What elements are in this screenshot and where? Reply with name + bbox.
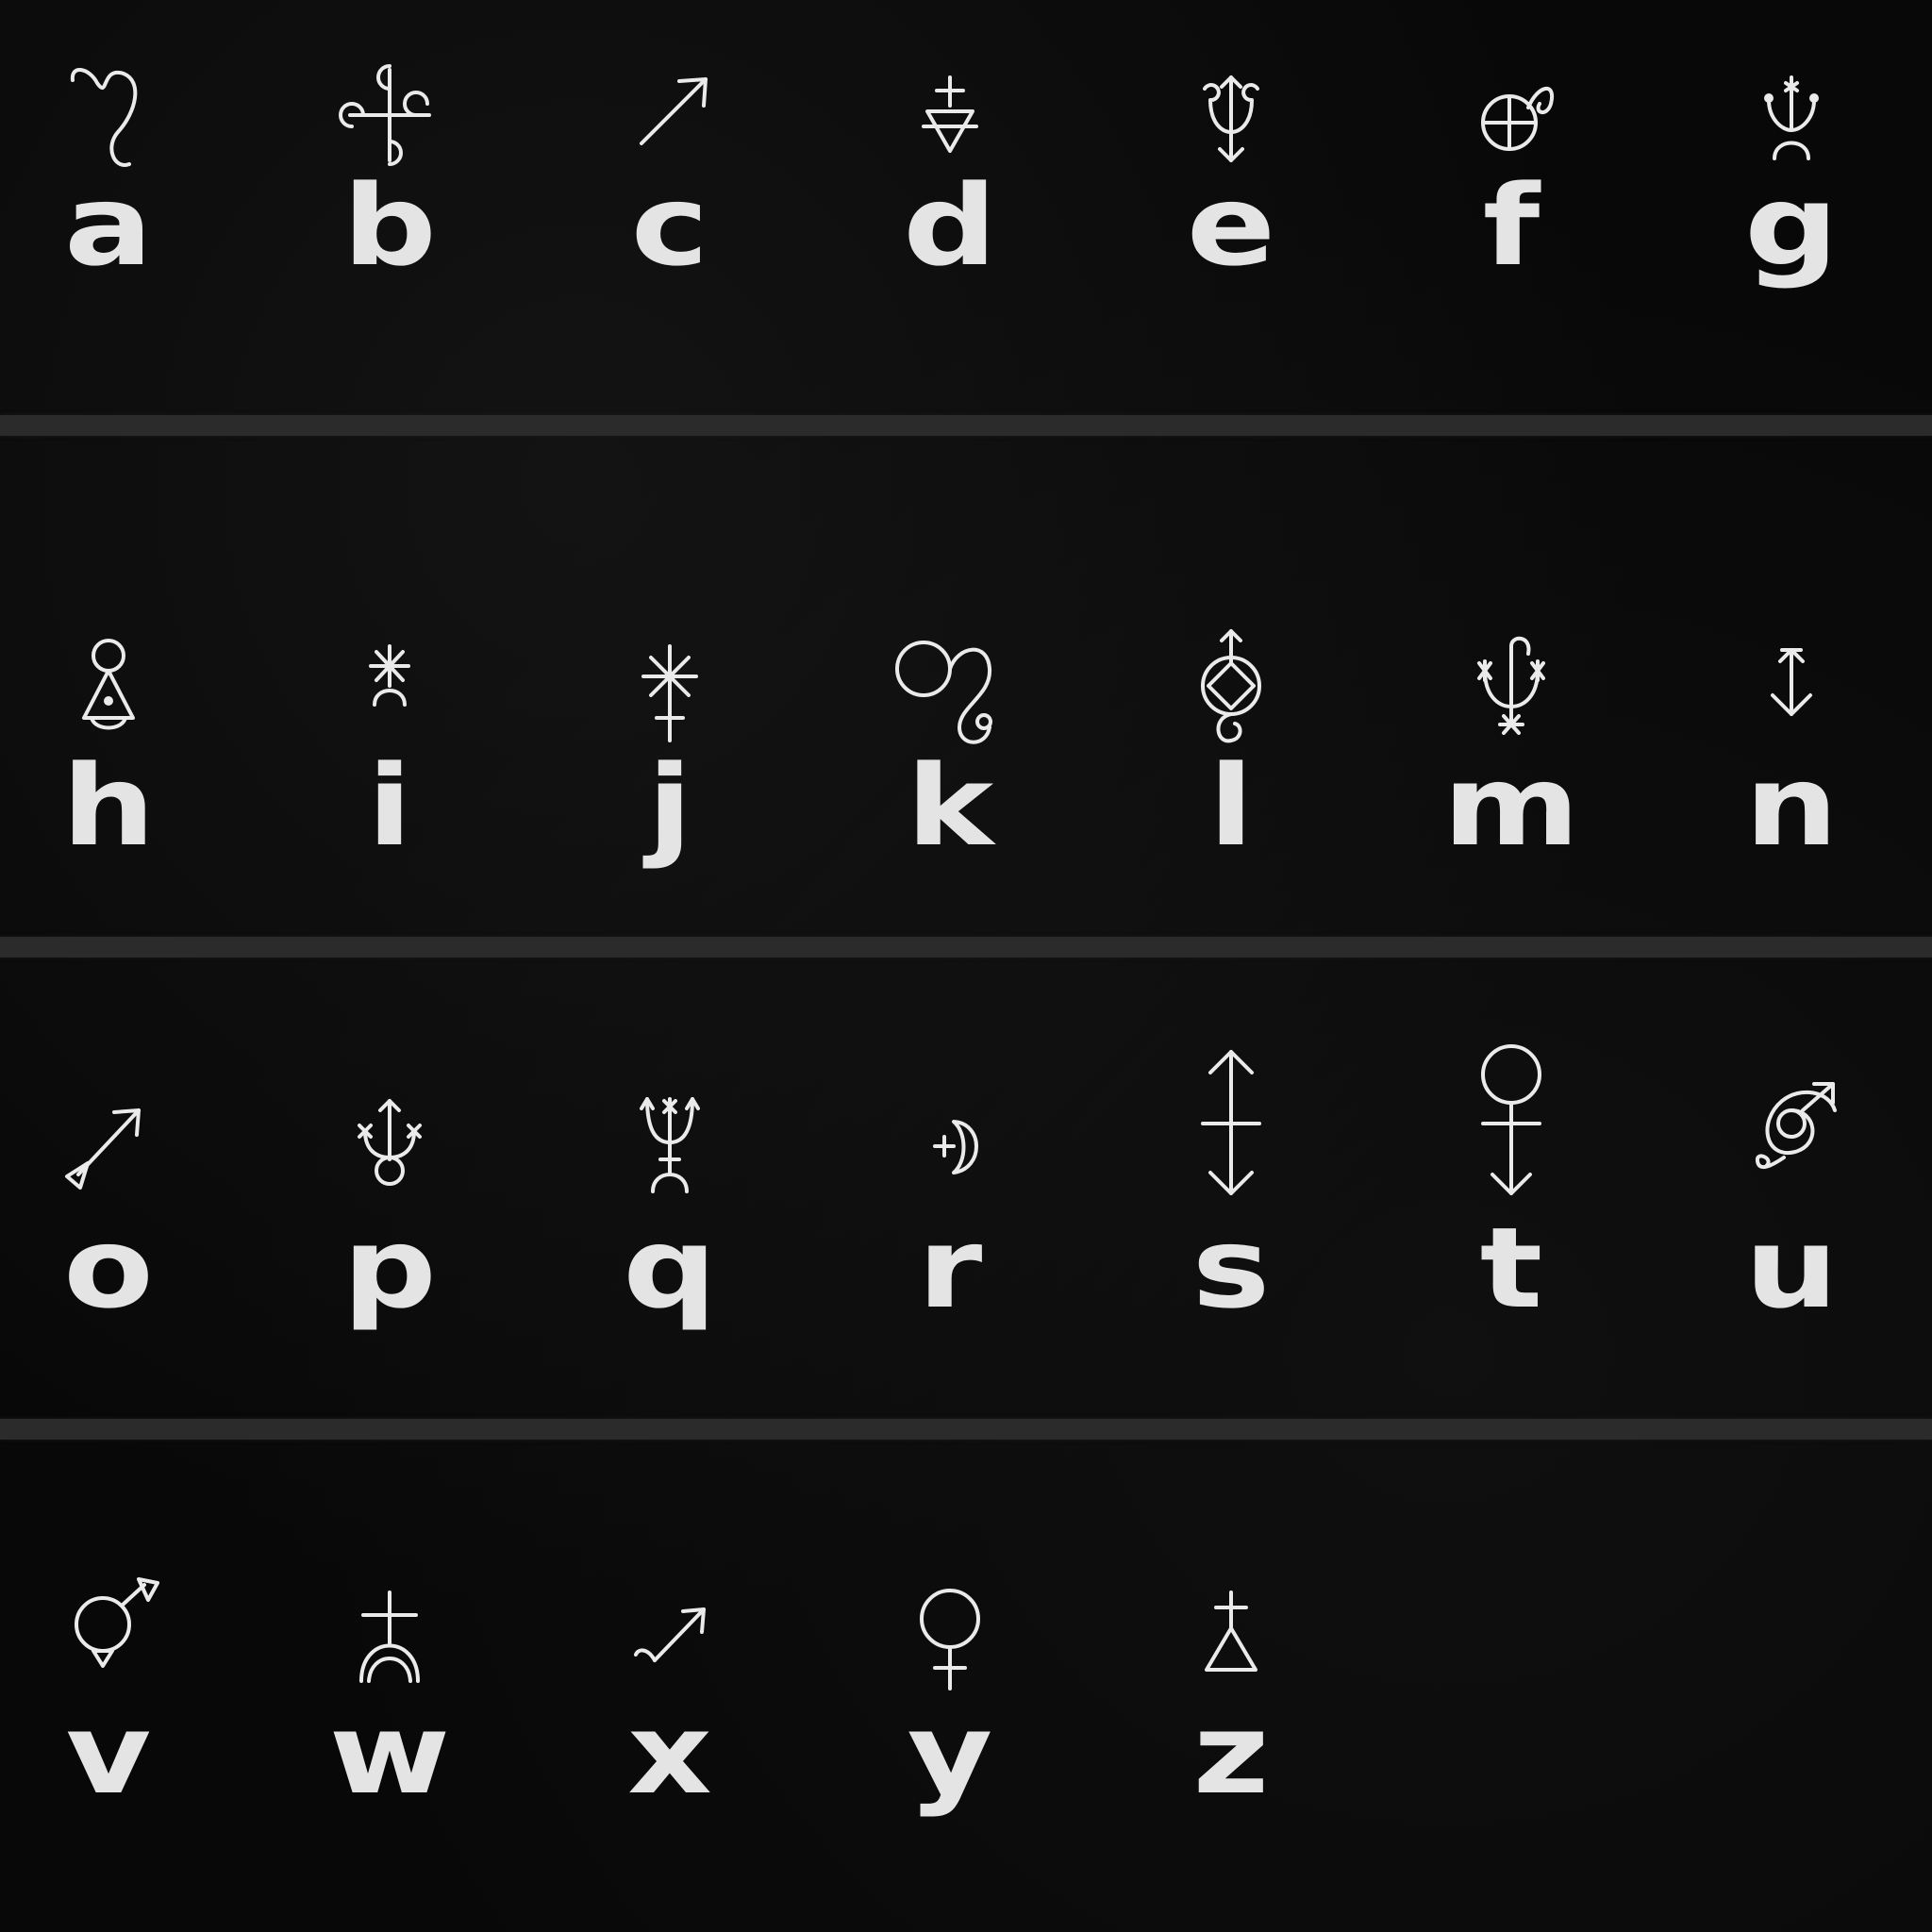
quatrefoil-cross-icon <box>295 28 484 179</box>
venus-icon <box>856 1557 1044 1707</box>
symbol-alphabet-sheet: a b c d e f g h i j k l m n o p q r s t u v w x y z <box>0 0 1932 1932</box>
symbol-cell-f: f <box>1417 28 1606 311</box>
symbol-cell-w: w <box>295 1557 484 1840</box>
letter-label-h: h <box>61 741 156 871</box>
letter-label-a: a <box>64 160 153 291</box>
symbol-cell-r: r <box>856 1071 1044 1354</box>
letter-label-p: p <box>342 1203 437 1333</box>
letter-label-e: e <box>1186 160 1276 291</box>
double-arrow-icon <box>1697 608 1886 759</box>
symbol-cell-i: i <box>295 608 484 891</box>
arrow-circle-crosses-icon <box>295 1071 484 1222</box>
circle-arrow-triangle-icon <box>14 1557 203 1707</box>
leo-curl-icon <box>14 28 203 179</box>
symbol-cell-p: p <box>295 1071 484 1354</box>
letter-label-b: b <box>342 160 437 291</box>
symbol-cell-y: y <box>856 1557 1044 1840</box>
symbol-cell-m: m <box>1417 608 1606 891</box>
symbol-cell-b: b <box>295 28 484 311</box>
cross-triangle-icon <box>1137 1557 1325 1707</box>
row-divider <box>0 415 1932 436</box>
symbol-cell-z: z <box>1137 1557 1325 1840</box>
symbol-cell-o: o <box>14 1071 203 1354</box>
spiral-arrow-icon <box>1697 1071 1886 1222</box>
row-divider <box>0 937 1932 958</box>
symbol-cell-j: j <box>575 608 764 891</box>
triangle-cross-icon <box>856 28 1044 179</box>
symbol-cell-n: n <box>1697 608 1886 891</box>
letter-label-m: m <box>1442 741 1580 871</box>
letter-label-z: z <box>1192 1689 1270 1819</box>
circle-cross-arrow-icon <box>1417 1044 1606 1222</box>
symbol-cell-l: l <box>1137 608 1325 891</box>
letter-label-l: l <box>1208 741 1254 871</box>
star-trident-crescent-icon <box>1697 28 1886 179</box>
circled-cross-hook-icon <box>1417 28 1606 179</box>
letter-label-f: f <box>1482 160 1541 291</box>
trident-crescent-icon <box>575 1071 764 1222</box>
symbol-cell-u: u <box>1697 1071 1886 1354</box>
letter-label-o: o <box>63 1203 154 1333</box>
symbol-cell-v: v <box>14 1557 203 1840</box>
letter-label-t: t <box>1479 1203 1543 1333</box>
circle-triangle-dot-icon <box>14 608 203 759</box>
letter-label-s: s <box>1191 1203 1271 1333</box>
letter-label-v: v <box>65 1689 152 1819</box>
symbol-cell-d: d <box>856 28 1044 311</box>
arrow-triangle-icon <box>14 1071 203 1222</box>
symbol-cell-x: x <box>575 1557 764 1840</box>
letter-label-g: g <box>1744 160 1839 291</box>
symbol-cell-c: c <box>575 28 764 311</box>
letter-label-k: k <box>906 741 994 871</box>
row-divider <box>0 1419 1932 1440</box>
long-double-arrow-cross-icon <box>1137 1050 1325 1222</box>
letter-label-r: r <box>917 1203 983 1333</box>
cross-crescent-icon <box>295 1557 484 1707</box>
letter-label-d: d <box>903 160 997 291</box>
stars-trident-icon <box>1417 608 1606 759</box>
asterisk-cross-icon <box>575 608 764 759</box>
symbol-cell-q: q <box>575 1071 764 1354</box>
symbol-cell-h: h <box>14 608 203 891</box>
crescent-cross-icon <box>856 1071 1044 1222</box>
symbol-cell-t: t <box>1417 1044 1606 1354</box>
loop-spiral-icon <box>856 608 1044 759</box>
symbol-cell-k: k <box>856 608 1044 891</box>
letter-label-i: i <box>367 741 412 871</box>
letter-label-y: y <box>907 1689 993 1819</box>
letter-label-w: w <box>328 1689 451 1819</box>
letter-label-j: j <box>647 741 692 871</box>
letter-label-x: x <box>627 1689 712 1819</box>
diamond-circle-arrow-icon <box>1137 608 1325 759</box>
letter-label-n: n <box>1744 741 1839 871</box>
diagonal-arrow-icon <box>575 28 764 179</box>
hooked-arrow-icon <box>575 1557 764 1707</box>
letter-label-u: u <box>1744 1203 1839 1333</box>
symbol-cell-g: g <box>1697 28 1886 311</box>
asterisk-crescent-icon <box>295 608 484 759</box>
symbol-cell-a: a <box>14 28 203 311</box>
trident-arrow-icon <box>1137 28 1325 179</box>
letter-label-c: c <box>630 160 709 291</box>
symbol-cell-e: e <box>1137 28 1325 311</box>
letter-label-q: q <box>623 1203 717 1333</box>
symbol-cell-s: s <box>1137 1050 1325 1354</box>
